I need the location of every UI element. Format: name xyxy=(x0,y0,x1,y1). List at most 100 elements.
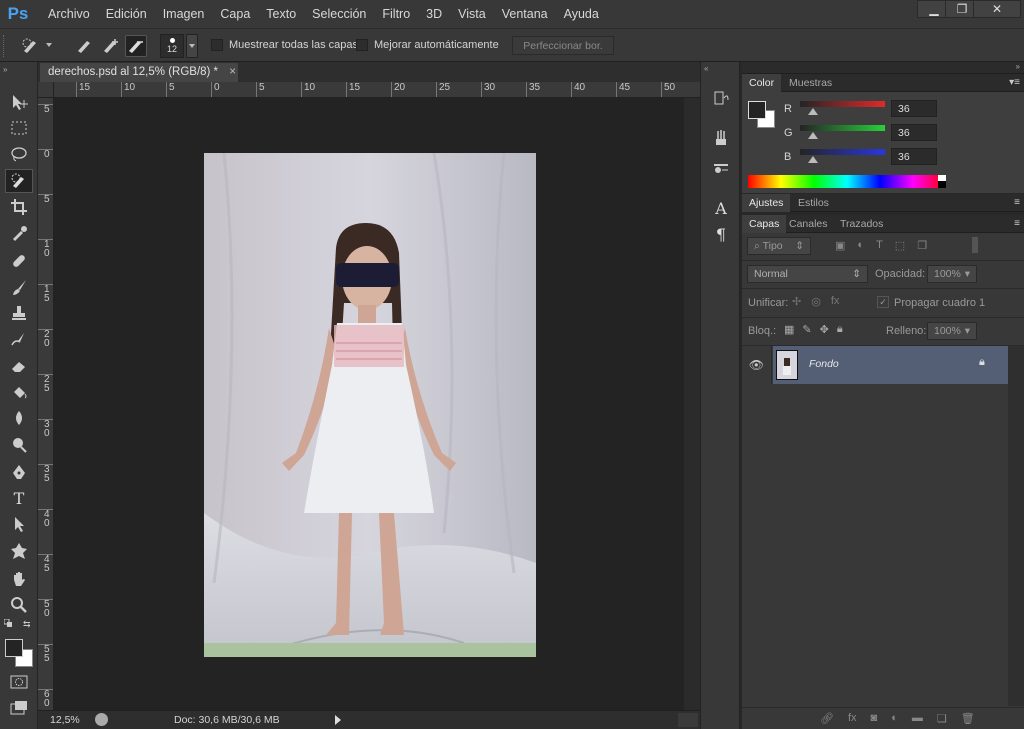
delete-layer-icon[interactable]: 🗑︎ xyxy=(961,712,975,725)
toolbox-collapse-icon[interactable]: » xyxy=(3,65,7,74)
document-image[interactable] xyxy=(204,153,536,657)
swap-colors-icon[interactable]: ⇆ xyxy=(23,619,33,629)
link-layers-icon[interactable]: 🔗︎ xyxy=(820,712,834,725)
fill-input[interactable]: 100% ▾ xyxy=(927,322,977,340)
quick-selection-tool-icon[interactable] xyxy=(5,169,33,193)
screen-mode-icon[interactable] xyxy=(5,696,33,720)
sample-all-layers-checkbox[interactable] xyxy=(211,39,223,52)
paint-bucket-tool-icon[interactable] xyxy=(5,380,33,404)
crop-tool-icon[interactable] xyxy=(5,195,33,219)
tab-paths[interactable]: Trazados xyxy=(833,215,890,233)
tab-styles[interactable]: Estilos xyxy=(791,194,836,212)
shape-tool-icon[interactable] xyxy=(5,539,33,563)
panel-menu-icon[interactable]: ≡ xyxy=(1014,197,1020,208)
paragraph-panel-icon[interactable]: ¶ xyxy=(708,222,734,246)
eraser-tool-icon[interactable] xyxy=(5,354,33,378)
b-slider-thumb[interactable] xyxy=(808,156,818,163)
close-tab-icon[interactable]: × xyxy=(229,66,236,78)
layer-filter-select[interactable]: ⌕ Tipo ⇕ xyxy=(747,237,811,255)
g-value-input[interactable]: 36 xyxy=(891,124,937,141)
brush-picker-chevron[interactable] xyxy=(186,34,198,58)
lock-position-icon[interactable]: ✥ xyxy=(820,323,829,336)
clone-stamp-tool-icon[interactable] xyxy=(5,301,33,325)
panel-collapse-icon[interactable]: « xyxy=(704,64,708,73)
filter-type-icon[interactable]: T xyxy=(876,239,883,252)
menu-vista[interactable]: Vista xyxy=(450,0,494,28)
g-slider-thumb[interactable] xyxy=(808,132,818,139)
lock-image-pixels-icon[interactable]: ✎ xyxy=(802,323,811,336)
panel-menu-icon[interactable]: ≡ xyxy=(1014,218,1020,229)
layer-mask-icon[interactable]: ◙ xyxy=(871,712,878,725)
layers-scrollbar[interactable] xyxy=(1008,346,1024,706)
menu-ayuda[interactable]: Ayuda xyxy=(556,0,607,28)
visibility-eye-icon[interactable]: 👁︎ xyxy=(742,346,772,384)
canvas-area[interactable] xyxy=(54,98,700,710)
b-slider[interactable] xyxy=(800,149,885,155)
unify-visibility-icon[interactable]: ◎ xyxy=(811,295,821,308)
propagate-frame-checkbox[interactable]: ✓ xyxy=(877,296,889,308)
new-group-icon[interactable]: ▬ xyxy=(912,712,923,725)
dock-collapse-icon[interactable]: » xyxy=(1016,62,1020,71)
quick-mask-icon[interactable] xyxy=(5,670,33,694)
zoom-level[interactable]: 12,5% xyxy=(50,714,80,726)
brush-tool-icon[interactable] xyxy=(5,275,33,299)
b-value-input[interactable]: 36 xyxy=(891,148,937,165)
horizontal-scrollbar[interactable] xyxy=(678,713,698,727)
document-tab[interactable]: derechos.psd al 12,5% (RGB/8) * × xyxy=(40,63,238,82)
history-brush-tool-icon[interactable] xyxy=(5,328,33,352)
filter-adjustment-icon[interactable]: ◐ xyxy=(857,239,864,252)
path-selection-tool-icon[interactable] xyxy=(5,512,33,536)
character-panel-icon[interactable]: A xyxy=(708,196,734,220)
filter-smart-object-icon[interactable]: ❐ xyxy=(917,239,927,252)
status-menu-arrow-icon[interactable] xyxy=(335,715,341,725)
adjustment-layer-icon[interactable]: ◐ xyxy=(891,712,898,725)
menu-edicin[interactable]: Edición xyxy=(98,0,155,28)
tab-channels[interactable]: Canales xyxy=(782,215,835,233)
blur-tool-icon[interactable] xyxy=(5,406,33,430)
r-slider-thumb[interactable] xyxy=(808,108,818,115)
brush-panel-icon[interactable] xyxy=(708,154,734,178)
dodge-tool-icon[interactable] xyxy=(5,433,33,457)
panel-menu-icon[interactable]: ▾≡ xyxy=(1009,77,1020,88)
refine-edge-button[interactable]: Perfeccionar bor. xyxy=(512,36,614,55)
zoom-tool-icon[interactable] xyxy=(5,593,33,617)
filter-toggle[interactable] xyxy=(972,237,978,253)
menu-filtro[interactable]: Filtro xyxy=(374,0,418,28)
type-tool-icon[interactable]: T xyxy=(5,486,33,510)
unify-position-icon[interactable]: ✢ xyxy=(792,295,801,308)
new-layer-icon[interactable]: ❏ xyxy=(937,712,947,725)
auto-enhance-checkbox[interactable] xyxy=(356,39,368,52)
menu-archivo[interactable]: Archivo xyxy=(40,0,98,28)
pen-tool-icon[interactable] xyxy=(5,460,33,484)
layer-name[interactable]: Fondo xyxy=(809,358,839,370)
tab-color[interactable]: Color xyxy=(742,74,782,92)
lock-all-icon[interactable]: 🔒︎ xyxy=(837,323,843,336)
g-slider[interactable] xyxy=(800,125,885,131)
foreground-color-swatch[interactable] xyxy=(5,639,23,657)
tab-adjustments[interactable]: Ajustes xyxy=(742,194,791,212)
menu-texto[interactable]: Texto xyxy=(258,0,304,28)
brush-size-picker[interactable]: 12 xyxy=(160,34,184,58)
new-selection-icon[interactable] xyxy=(74,35,96,57)
hand-tool-icon[interactable] xyxy=(5,567,33,591)
move-tool-icon[interactable] xyxy=(5,90,33,114)
layer-style-icon[interactable]: fx xyxy=(848,712,857,725)
close-button[interactable]: ✕ xyxy=(973,0,1021,18)
add-to-selection-icon[interactable] xyxy=(100,35,122,57)
eyedropper-tool-icon[interactable] xyxy=(5,221,33,245)
menu-imagen[interactable]: Imagen xyxy=(155,0,213,28)
r-value-input[interactable]: 36 xyxy=(891,100,937,117)
menu-seleccin[interactable]: Selección xyxy=(304,0,374,28)
chevron-down-icon[interactable] xyxy=(46,43,52,47)
layer-row-selected[interactable]: Fondo 🔒︎ xyxy=(773,346,1008,384)
blend-mode-select[interactable]: Normal ⇕ xyxy=(747,265,868,283)
healing-brush-tool-icon[interactable] xyxy=(5,249,33,273)
marquee-tool-icon[interactable] xyxy=(5,116,33,140)
menu-ventana[interactable]: Ventana xyxy=(494,0,556,28)
default-colors-icon[interactable] xyxy=(3,618,13,628)
menu-3d[interactable]: 3D xyxy=(418,0,450,28)
opacity-input[interactable]: 100% ▾ xyxy=(927,265,977,283)
filter-pixel-icon[interactable]: ▣ xyxy=(835,239,845,252)
history-panel-icon[interactable] xyxy=(708,86,734,110)
subtract-from-selection-icon[interactable] xyxy=(125,35,147,57)
